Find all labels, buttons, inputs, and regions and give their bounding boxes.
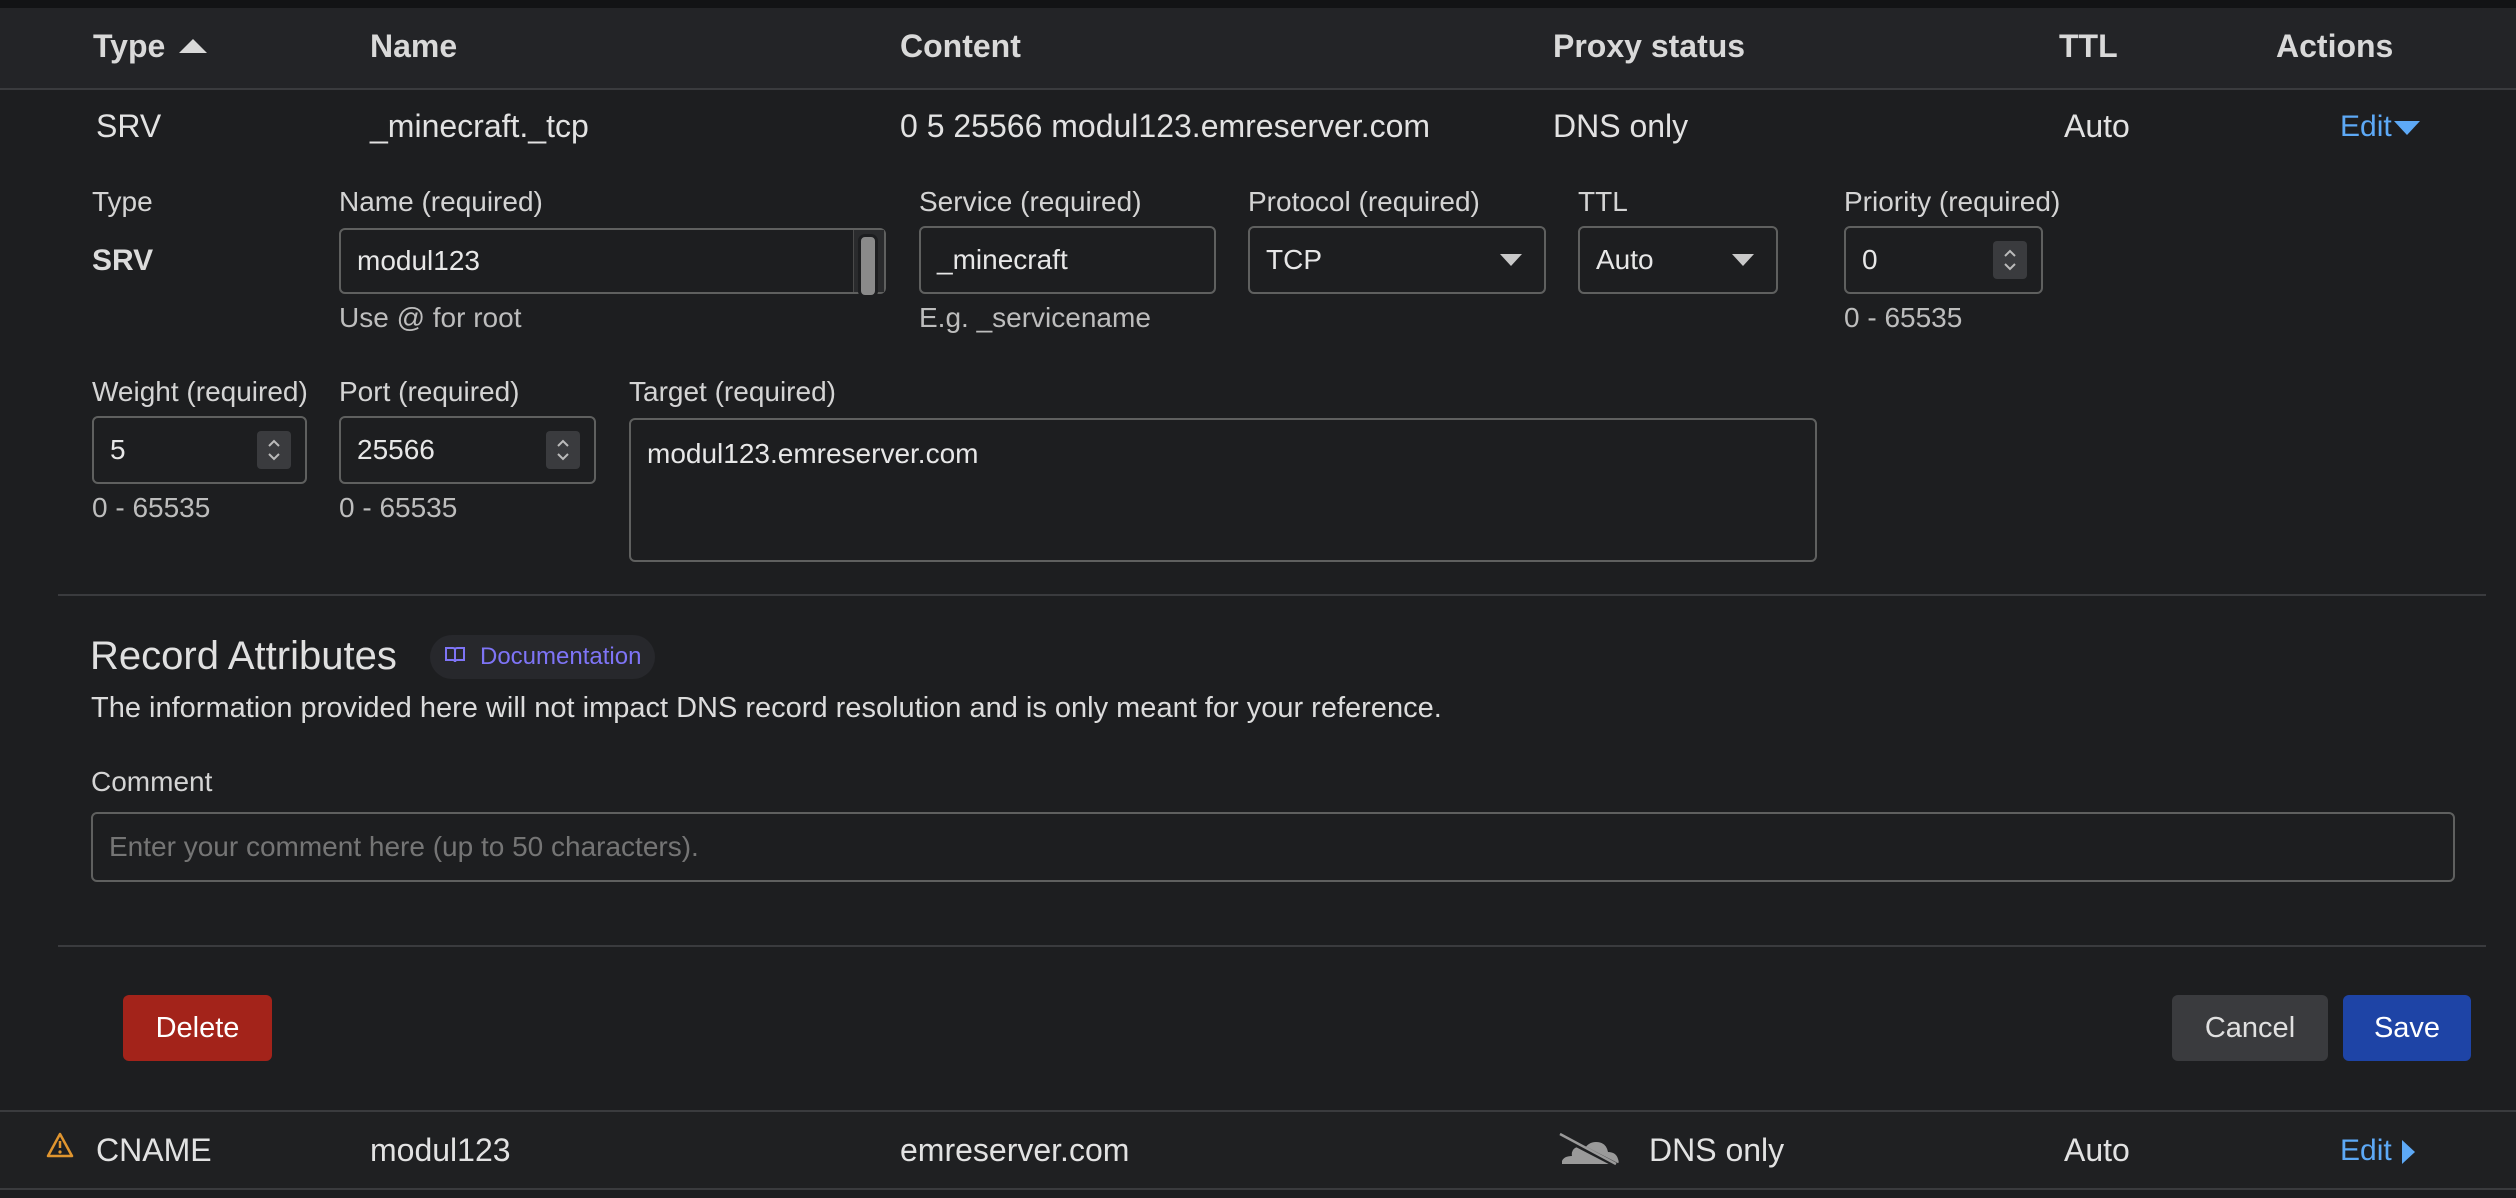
- priority-stepper-icon[interactable]: [1993, 241, 2027, 279]
- weight-label: Weight (required): [92, 376, 308, 407]
- section-divider-bottom: [58, 945, 2486, 947]
- record-type: SRV: [96, 108, 162, 144]
- table-row: CNAME modul123 emreserver.com DNS only A…: [0, 1110, 2516, 1190]
- chevron-right-icon: [2401, 1140, 2415, 1165]
- warning-icon: [46, 1132, 74, 1163]
- record-name: _minecraft._tcp: [370, 108, 589, 144]
- weight-input[interactable]: 5: [92, 416, 307, 484]
- name-label: Name (required): [339, 186, 543, 217]
- record-attributes-description: The information provided here will not i…: [91, 692, 1442, 724]
- protocol-select[interactable]: TCP: [1248, 226, 1546, 294]
- row-content: emreserver.com: [900, 1132, 1130, 1168]
- name-hint: Use @ for root: [339, 302, 522, 333]
- protocol-label: Protocol (required): [1248, 186, 1480, 217]
- column-header-name[interactable]: Name: [370, 28, 457, 65]
- type-label: Type: [92, 186, 153, 217]
- priority-hint: 0 - 65535: [1844, 302, 1963, 333]
- column-header-actions: Actions: [2276, 28, 2394, 64]
- row-type: CNAME: [96, 1132, 212, 1168]
- row-name: modul123: [370, 1132, 511, 1168]
- scrollbar-thumb[interactable]: [858, 234, 878, 298]
- comment-input[interactable]: [91, 812, 2455, 882]
- row-ttl: Auto: [2064, 1132, 2130, 1168]
- port-stepper-icon[interactable]: [546, 431, 580, 469]
- column-header-proxy-status[interactable]: Proxy status: [1553, 28, 1745, 65]
- ttl-label: TTL: [1578, 186, 1628, 217]
- top-strip: [0, 0, 2516, 8]
- dropdown-caret-icon: [1500, 254, 1522, 266]
- type-value: SRV: [92, 244, 154, 277]
- name-input[interactable]: modul123: [339, 228, 886, 298]
- section-divider: [58, 594, 2486, 596]
- comment-label: Comment: [91, 766, 213, 797]
- ttl-select[interactable]: Auto: [1578, 226, 1778, 294]
- record-content: 0 5 25566 modul123.emreserver.com: [900, 108, 1431, 144]
- chevron-down-icon: [2393, 121, 2420, 136]
- service-label: Service (required): [919, 186, 1142, 217]
- target-label: Target (required): [629, 376, 836, 407]
- edit-row-button[interactable]: Edit: [2340, 1134, 2415, 1168]
- save-button[interactable]: Save: [2343, 995, 2471, 1061]
- column-header-content[interactable]: Content: [900, 28, 1021, 65]
- record-proxy-status: DNS only: [1553, 108, 1689, 144]
- port-input[interactable]: 25566: [339, 416, 596, 484]
- priority-input[interactable]: 0: [1844, 226, 2043, 294]
- row-proxy-status: DNS only: [1649, 1132, 1785, 1168]
- edit-toggle-button[interactable]: Edit: [2340, 110, 2420, 144]
- record-ttl: Auto: [2064, 108, 2130, 144]
- column-header-type[interactable]: Type: [93, 28, 208, 65]
- priority-label: Priority (required): [1844, 186, 2061, 217]
- column-header-ttl[interactable]: TTL: [2059, 28, 2118, 65]
- record-attributes-title: Record Attributes: [90, 634, 397, 678]
- dns-only-cloud-icon: [1556, 1126, 1622, 1175]
- service-hint: E.g. _servicename: [919, 302, 1151, 333]
- book-icon: [444, 643, 466, 671]
- dropdown-caret-icon: [1732, 254, 1754, 266]
- service-input[interactable]: _minecraft: [919, 226, 1216, 294]
- name-input-scrollbar[interactable]: [853, 230, 884, 298]
- weight-hint: 0 - 65535: [92, 492, 211, 523]
- port-hint: 0 - 65535: [339, 492, 458, 523]
- table-header: Type Name Content Proxy status TTL Actio…: [0, 8, 2516, 90]
- delete-button[interactable]: Delete: [123, 995, 272, 1061]
- cancel-button[interactable]: Cancel: [2172, 995, 2328, 1061]
- port-label: Port (required): [339, 376, 520, 407]
- target-textarea[interactable]: modul123.emreserver.com: [629, 418, 1817, 562]
- sort-ascending-icon: [179, 38, 208, 53]
- documentation-link[interactable]: Documentation: [430, 635, 656, 679]
- weight-stepper-icon[interactable]: [257, 431, 291, 469]
